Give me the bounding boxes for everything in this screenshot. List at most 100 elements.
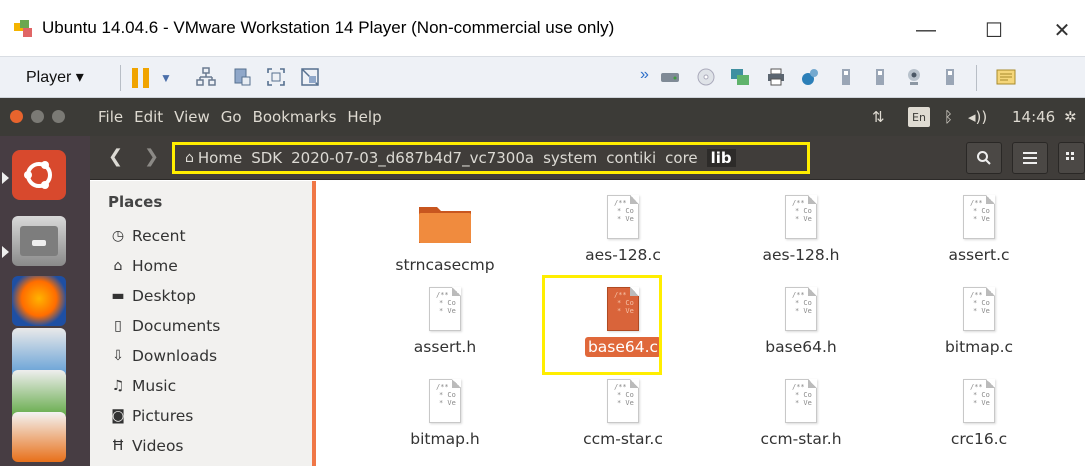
- sidebar-item-label: Downloads: [132, 347, 218, 365]
- home-icon: ⌂: [113, 258, 123, 274]
- menu-help[interactable]: Help: [347, 108, 381, 126]
- more-devices-icon[interactable]: »: [640, 66, 660, 86]
- file-item[interactable]: /** * Co * Ve ccm-star.h: [726, 379, 876, 449]
- document-icon: ▯: [114, 318, 122, 334]
- keyboard-layout-indicator[interactable]: En: [908, 107, 930, 127]
- files-app-icon[interactable]: [12, 216, 66, 266]
- usb-device-icon[interactable]: [870, 67, 890, 87]
- text-file-icon: /** * Co * Ve: [607, 195, 639, 239]
- network-adapter-icon[interactable]: [730, 67, 750, 87]
- folder-item[interactable]: strncasecmp: [370, 199, 520, 275]
- path-crumb-core[interactable]: core: [665, 149, 698, 167]
- unity-icon[interactable]: [300, 67, 320, 87]
- forward-button[interactable]: ❯: [144, 146, 159, 167]
- close-button[interactable]: ✕: [1042, 12, 1082, 48]
- usb-device-icon[interactable]: [836, 67, 856, 87]
- file-name: assert.h: [413, 338, 477, 356]
- printer-icon[interactable]: [766, 67, 786, 87]
- sidebar-item-music[interactable]: ♫ Music: [110, 377, 176, 395]
- menu-file[interactable]: File: [98, 108, 123, 126]
- path-bar: ⌂ Home SDK 2020-07-03_d687b4d7_vc7300a s…: [172, 142, 810, 174]
- file-name: assert.c: [948, 246, 1010, 264]
- window-maximize-icon[interactable]: [52, 110, 65, 123]
- menu-edit[interactable]: Edit: [134, 108, 163, 126]
- places-sidebar: Places ◷ Recent ⌂ Home ▬ Desktop ▯ Documents…: [90, 181, 316, 466]
- sidebar-item-home[interactable]: ⌂ Home: [110, 257, 178, 275]
- camera-icon: ◙: [111, 408, 125, 424]
- path-crumb-system[interactable]: system: [543, 149, 597, 167]
- webcam-icon[interactable]: [904, 67, 924, 87]
- sidebar-item-label: Pictures: [132, 407, 194, 425]
- firefox-icon[interactable]: [12, 276, 66, 326]
- ubuntu-top-panel: File Edit View Go Bookmarks Help ⇅ En ᛒ …: [0, 98, 1085, 136]
- file-name: base64.h: [765, 338, 837, 356]
- volume-icon[interactable]: ◂)): [968, 108, 987, 126]
- usb-device-icon[interactable]: [940, 67, 960, 87]
- path-crumb-home[interactable]: Home: [198, 149, 242, 167]
- grid-view-button[interactable]: [1058, 142, 1085, 174]
- window-close-icon[interactable]: [10, 110, 23, 123]
- sidebar-item-label: Videos: [132, 437, 184, 455]
- message-log-icon[interactable]: [996, 67, 1016, 87]
- sidebar-item-pictures[interactable]: ◙ Pictures: [110, 407, 193, 425]
- file-name: bitmap.h: [410, 430, 480, 448]
- sidebar-item-label: Desktop: [132, 287, 196, 305]
- file-item[interactable]: /** * Co * Ve bitmap.c: [904, 287, 1054, 357]
- cd-dvd-icon[interactable]: [696, 67, 716, 87]
- vmware-title-bar: Ubuntu 14.04.6 - VMware Workstation 14 P…: [0, 0, 1085, 62]
- pause-icon[interactable]: [132, 68, 150, 88]
- menu-go[interactable]: Go: [221, 108, 242, 126]
- file-name: bitmap.c: [944, 338, 1014, 356]
- player-menu[interactable]: Player ▾: [26, 67, 84, 87]
- path-crumb-build[interactable]: 2020-07-03_d687b4d7_vc7300a: [291, 149, 534, 167]
- text-file-icon: /** * Co * Ve: [607, 379, 639, 423]
- removable-devices-icon[interactable]: [232, 67, 252, 87]
- app-menu-bar: File Edit View Go Bookmarks Help: [98, 108, 382, 126]
- text-file-icon: /** * Co * Ve: [963, 195, 995, 239]
- sidebar-item-desktop[interactable]: ▬ Desktop: [110, 287, 196, 305]
- file-manager-header: ❮ ❯ ⌂ Home SDK 2020-07-03_d687b4d7_vc730…: [90, 136, 1085, 180]
- network-icon[interactable]: [196, 67, 216, 87]
- sound-card-icon[interactable]: [800, 67, 820, 87]
- libreoffice-impress-icon[interactable]: [12, 412, 66, 462]
- network-arrows-icon[interactable]: ⇅: [872, 108, 885, 126]
- sidebar-item-label: Music: [132, 377, 177, 395]
- menu-bookmarks[interactable]: Bookmarks: [253, 108, 337, 126]
- file-item[interactable]: /** * Co * Ve assert.c: [904, 195, 1054, 265]
- list-view-button[interactable]: [1012, 142, 1048, 174]
- places-heading: Places: [108, 193, 163, 211]
- file-item[interactable]: /** * Co * Ve ccm-star.c: [548, 379, 698, 449]
- path-crumb-contiki[interactable]: contiki: [606, 149, 656, 167]
- minimize-button[interactable]: —: [906, 12, 946, 48]
- ubuntu-dash-icon[interactable]: [12, 150, 66, 200]
- file-item[interactable]: /** * Co * Ve aes-128.h: [726, 195, 876, 265]
- file-item[interactable]: /** * Co * Ve base64.h: [726, 287, 876, 357]
- download-icon: ⇩: [112, 348, 124, 364]
- clock[interactable]: 14:46: [1012, 108, 1055, 126]
- folder-icon: [419, 207, 471, 243]
- launcher-running-indicator: [2, 246, 9, 258]
- toolbar-separator: [976, 65, 977, 91]
- back-button[interactable]: ❮: [108, 146, 123, 167]
- search-button[interactable]: [966, 142, 1002, 174]
- file-item[interactable]: /** * Co * Ve crc16.c: [904, 379, 1054, 449]
- sidebar-item-downloads[interactable]: ⇩ Downloads: [110, 347, 217, 365]
- window-minimize-icon[interactable]: [31, 110, 44, 123]
- file-item[interactable]: /** * Co * Ve assert.h: [370, 287, 520, 357]
- sidebar-item-recent[interactable]: ◷ Recent: [110, 227, 186, 245]
- settings-gear-icon[interactable]: ✲: [1064, 108, 1077, 126]
- path-crumb-sdk[interactable]: SDK: [251, 149, 282, 167]
- bluetooth-icon[interactable]: ᛒ: [944, 108, 953, 126]
- hard-disk-icon[interactable]: [660, 67, 680, 87]
- sidebar-item-label: Documents: [132, 317, 221, 335]
- pause-dropdown-icon[interactable]: ▼: [160, 71, 180, 91]
- fullscreen-icon[interactable]: [266, 67, 286, 87]
- path-crumb-lib[interactable]: lib: [706, 149, 736, 167]
- file-item[interactable]: /** * Co * Ve bitmap.h: [370, 379, 520, 449]
- sidebar-item-videos[interactable]: Ħ Videos: [110, 437, 184, 455]
- file-item[interactable]: /** * Co * Ve aes-128.c: [548, 195, 698, 265]
- sidebar-item-documents[interactable]: ▯ Documents: [110, 317, 220, 335]
- text-file-icon: /** * Co * Ve: [785, 287, 817, 331]
- maximize-button[interactable]: ☐: [974, 12, 1014, 48]
- menu-view[interactable]: View: [174, 108, 210, 126]
